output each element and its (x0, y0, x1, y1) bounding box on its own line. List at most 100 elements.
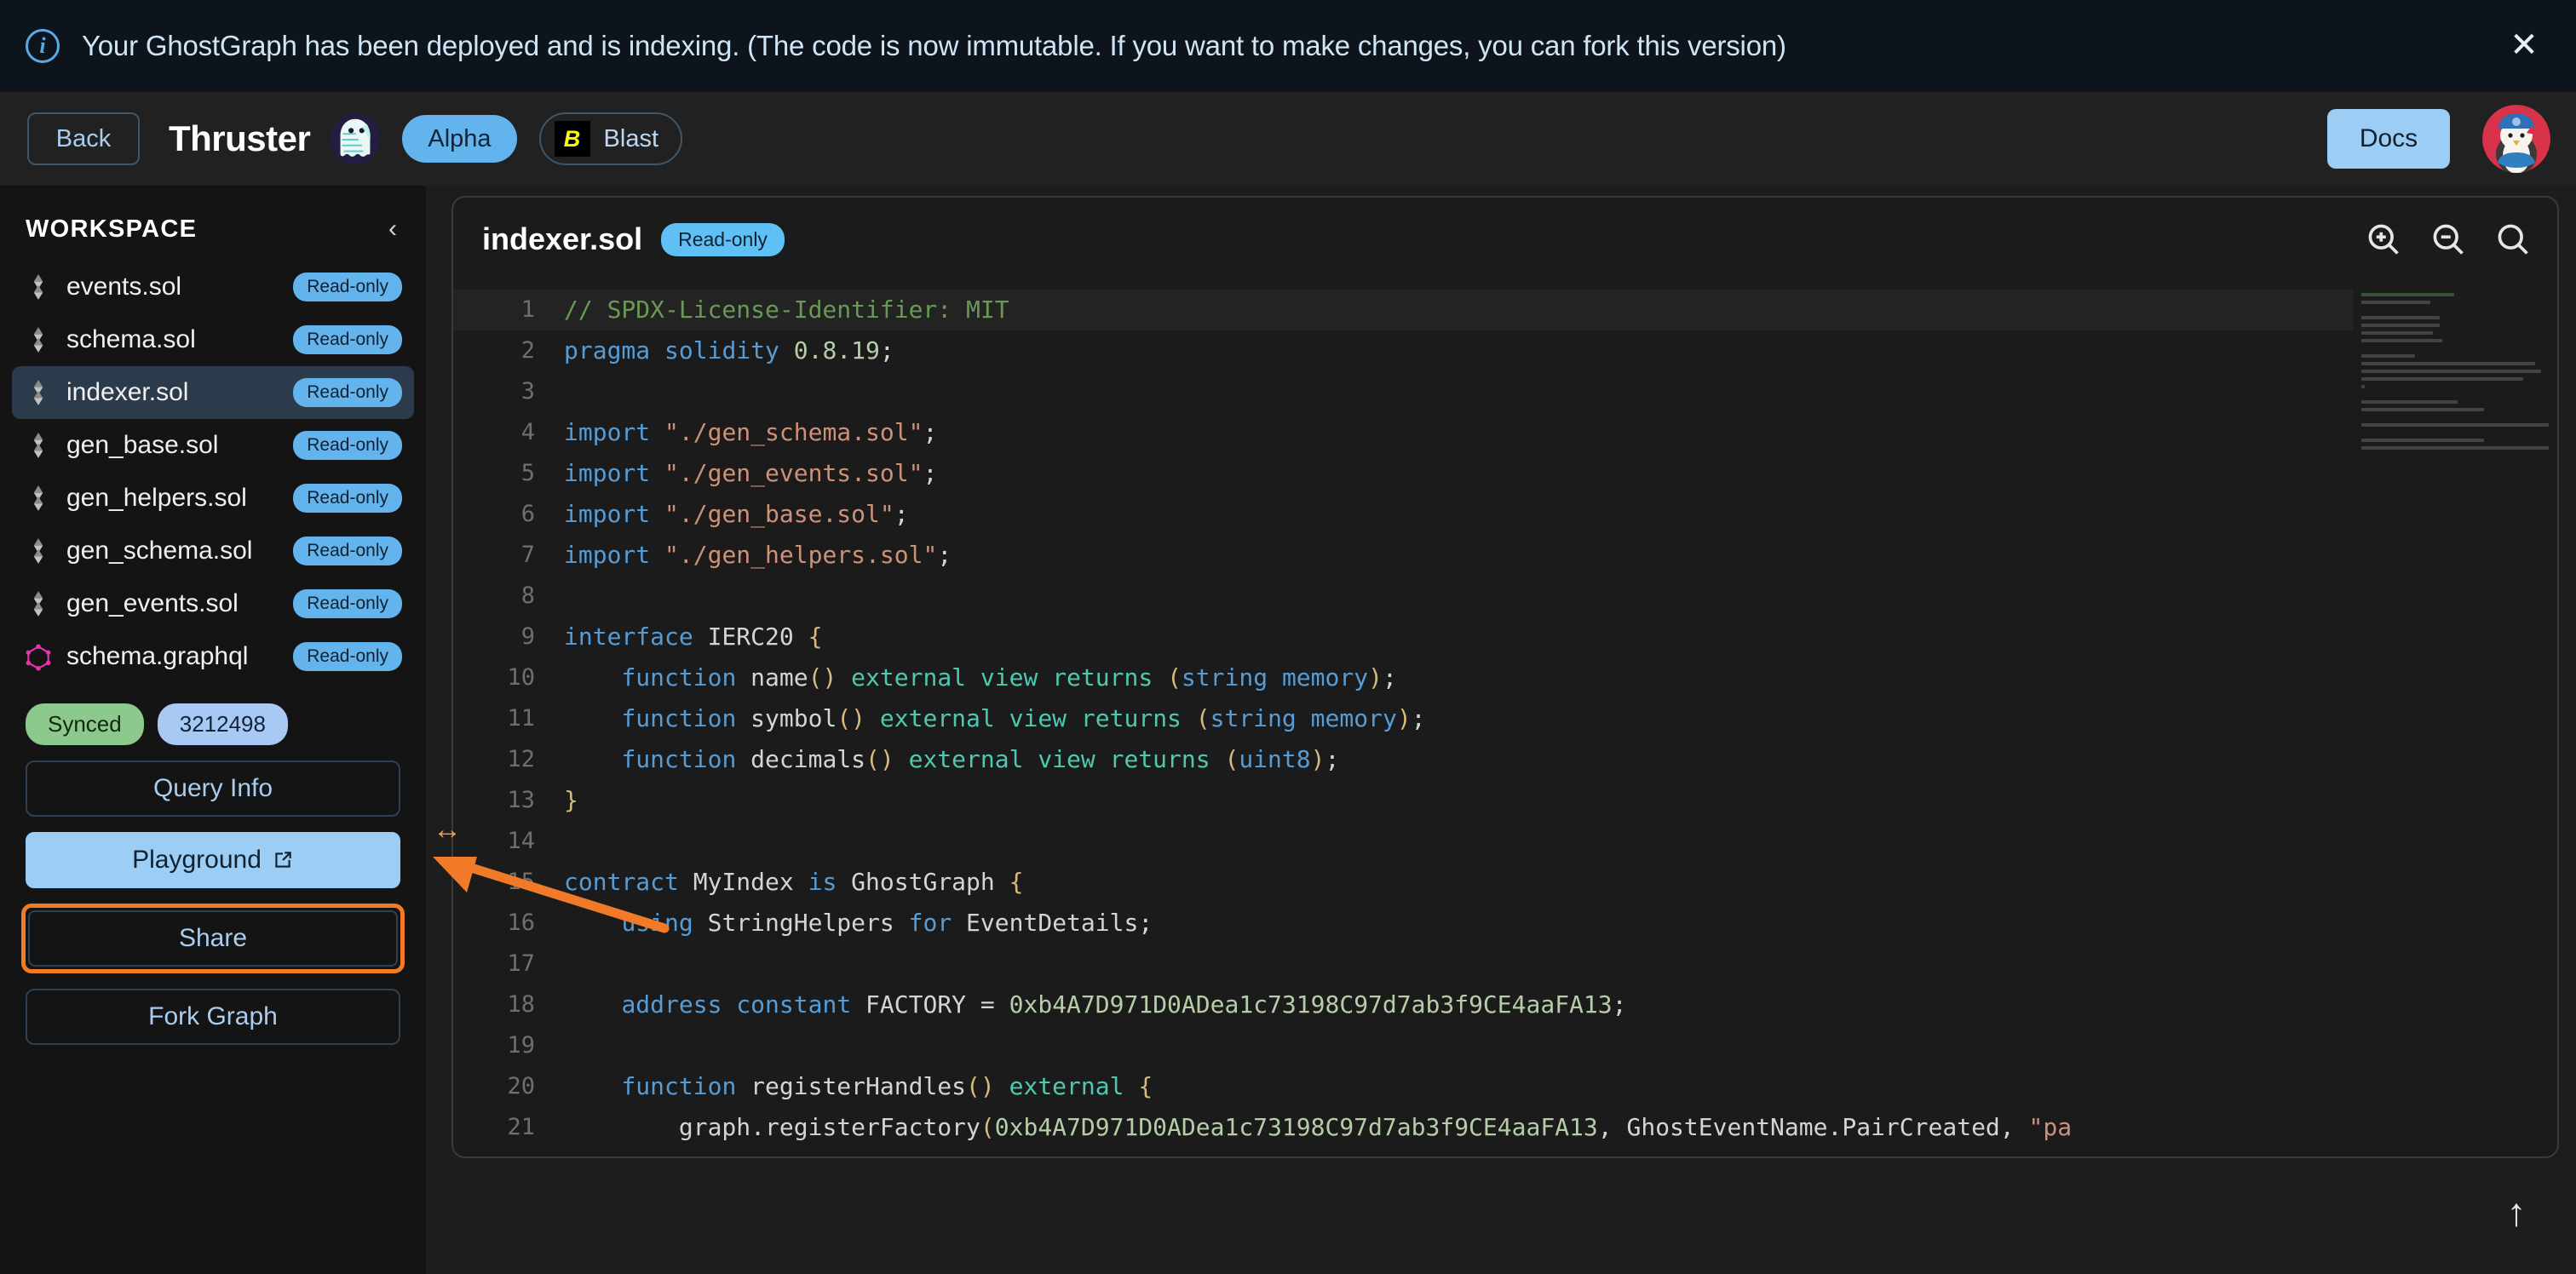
code-token: , (1598, 1113, 1627, 1141)
line-text: import "./gen_schema.sol"; (564, 412, 937, 453)
code-token: view (1038, 745, 1095, 773)
code-minimap[interactable] (2353, 281, 2557, 562)
line-text: using StringHelpers for EventDetails; (564, 903, 1153, 944)
file-name-label: gen_base.sol (66, 431, 293, 460)
code-token (894, 745, 909, 773)
code-token (564, 1072, 621, 1100)
docs-button[interactable]: Docs (2327, 109, 2450, 169)
file-item-indexer-sol[interactable]: indexer.solRead-only (12, 366, 414, 419)
file-name-label: indexer.sol (66, 378, 293, 407)
search-icon[interactable] (2494, 221, 2532, 258)
code-token: { (1009, 868, 1024, 896)
file-item-gen_events-sol[interactable]: gen_events.solRead-only (12, 577, 414, 630)
code-token: uint8 (1239, 745, 1310, 773)
code-editor-panel: indexer.sol Read-only 1// SPDX-License-I… (451, 196, 2559, 1158)
code-token: StringHelpers (708, 909, 894, 937)
deployment-banner: i Your GhostGraph has been deployed and … (0, 0, 2576, 92)
line-text: graph.registerFactory(0xb4A7D971D0ADea1c… (564, 1107, 2072, 1148)
alpha-badge[interactable]: Alpha (402, 115, 516, 163)
readonly-badge: Read-only (293, 589, 402, 618)
app-root: i Your GhostGraph has been deployed and … (0, 0, 2576, 1274)
chain-badge-blast[interactable]: B Blast (539, 112, 682, 165)
banner-message: Your GhostGraph has been deployed and is… (82, 30, 1786, 62)
line-number: 7 (453, 535, 564, 576)
zoom-out-icon[interactable] (2429, 221, 2467, 258)
line-text: // SPDX-License-Identifier: MIT (564, 290, 1009, 330)
minimap-line (2361, 301, 2430, 304)
user-avatar[interactable] (2482, 105, 2550, 173)
back-button[interactable]: Back (27, 112, 140, 165)
file-item-events-sol[interactable]: events.solRead-only (12, 261, 414, 313)
line-number: 21 (453, 1107, 564, 1148)
code-token: . (750, 1113, 765, 1141)
line-number: 20 (453, 1066, 564, 1107)
file-name-label: gen_events.sol (66, 589, 293, 618)
line-text: function decimals() external view return… (564, 739, 1339, 780)
file-item-gen_helpers-sol[interactable]: gen_helpers.solRead-only (12, 472, 414, 525)
ghost-avatar-icon (329, 112, 382, 165)
code-token: import (564, 418, 650, 446)
panel-resize-handle[interactable]: ↔ (433, 813, 462, 846)
line-text: function registerHandles() external { (564, 1066, 1153, 1107)
code-line: 5import "./gen_events.sol"; (453, 453, 2557, 494)
readonly-badge: Read-only (293, 537, 402, 565)
code-token (564, 745, 621, 773)
code-content[interactable]: 1// SPDX-License-Identifier: MIT2pragma … (453, 281, 2557, 1158)
file-item-schema-graphql[interactable]: schema.graphqlRead-only (12, 630, 414, 683)
minimap-line (2361, 316, 2440, 319)
code-token: EventDetails (966, 909, 1138, 937)
code-token: contract (564, 868, 679, 896)
file-item-gen_base-sol[interactable]: gen_base.solRead-only (12, 419, 414, 472)
line-number: 3 (453, 371, 564, 412)
code-token: function (621, 704, 736, 732)
line-number: 6 (453, 494, 564, 535)
file-item-schema-sol[interactable]: schema.solRead-only (12, 313, 414, 366)
zoom-in-icon[interactable] (2365, 221, 2402, 258)
code-token: FACTORY (865, 990, 966, 1019)
file-name-label: gen_helpers.sol (66, 484, 293, 513)
workspace-sidebar: WORKSPACE ‹ events.solRead-onlyschema.so… (0, 186, 426, 1274)
code-token: constant (736, 990, 851, 1019)
code-token: is (808, 868, 837, 896)
code-token: // SPDX-License-Identifier: MIT (564, 296, 1009, 324)
page-title: Thruster (169, 118, 310, 159)
query-info-button[interactable]: Query Info (26, 760, 400, 817)
button-label: Fork Graph (148, 1002, 278, 1031)
code-token (1067, 704, 1081, 732)
code-token: returns (1110, 745, 1210, 773)
readonly-badge: Read-only (293, 642, 402, 671)
status-badge-synced: Synced (26, 703, 144, 745)
readonly-badge: Read-only (293, 484, 402, 513)
code-token (779, 336, 794, 364)
chain-name-label: Blast (604, 125, 658, 153)
code-token: external (909, 745, 1024, 773)
info-circle-icon: i (26, 29, 60, 63)
code-token: ) (1311, 745, 1325, 773)
line-number: 9 (453, 617, 564, 657)
scroll-to-top-icon[interactable]: ↑ (2494, 1192, 2539, 1237)
chevron-left-icon[interactable]: ‹ (383, 215, 402, 244)
code-line: 18 address constant FACTORY = 0xb4A7D971… (453, 984, 2557, 1025)
minimap-line (2361, 400, 2458, 404)
code-token: view (980, 663, 1038, 692)
fork-graph-button[interactable]: Fork Graph (26, 989, 400, 1045)
line-text: interface IERC20 { (564, 617, 822, 657)
code-token: "pa (2029, 1113, 2073, 1141)
close-icon[interactable]: ✕ (2504, 26, 2544, 66)
code-token: memory (1282, 663, 1368, 692)
file-item-gen_schema-sol[interactable]: gen_schema.solRead-only (12, 525, 414, 577)
code-token: pragma (564, 336, 650, 364)
code-token (1095, 745, 1110, 773)
line-number: 14 (453, 821, 564, 862)
code-token (1297, 704, 1311, 732)
file-name-label: events.sol (66, 273, 293, 301)
share-button[interactable]: Share (28, 910, 398, 967)
playground-button[interactable]: Playground (26, 832, 400, 888)
share-highlight-box: Share (21, 904, 405, 973)
code-line: 6import "./gen_base.sol"; (453, 494, 2557, 535)
code-token (679, 868, 693, 896)
code-token: ; (894, 500, 909, 528)
solidity-icon (24, 431, 53, 460)
code-token: import (564, 500, 650, 528)
code-token: interface (564, 623, 693, 651)
